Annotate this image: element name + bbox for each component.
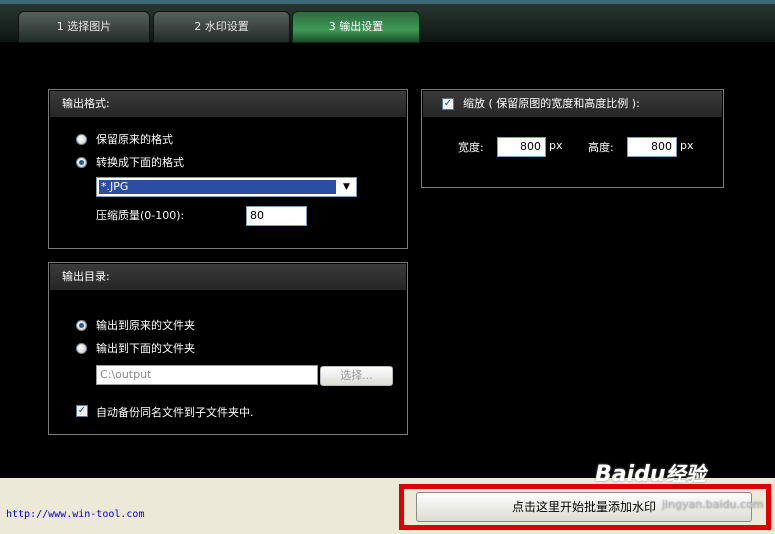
height-input[interactable]: 800 (627, 137, 677, 157)
watermark-logo-suffix: 经验 (665, 462, 706, 486)
backup-label: 自动备份同名文件到子文件夹中. (96, 406, 254, 419)
convert-format-radio[interactable] (76, 157, 87, 168)
chevron-down-icon[interactable]: ▼ (338, 179, 355, 195)
window-rim (0, 0, 775, 4)
scale-title: 缩放 ( 保留原图的宽度和高度比例 ): (423, 91, 722, 117)
watermark-logo: Baidu经验 (595, 458, 706, 487)
tab-output-settings[interactable]: 3 输出设置 (292, 11, 420, 43)
backup-checkbox[interactable]: ✓ (76, 405, 88, 417)
watermark-site: jingyan.baidu.com (662, 498, 764, 511)
keep-format-radio[interactable] (76, 134, 87, 145)
quality-label: 压缩质量(0-100): (96, 209, 185, 222)
tab-bar: 1 选择图片 2 水印设置 3 输出设置 (0, 0, 775, 43)
width-input[interactable]: 800 (497, 137, 546, 157)
format-select[interactable]: *.JPG ▼ (96, 177, 357, 197)
width-unit: px (549, 139, 563, 152)
width-label: 宽度: (458, 141, 484, 154)
quality-input[interactable]: 80 (246, 206, 307, 226)
height-unit: px (680, 139, 694, 152)
keep-format-label: 保留原来的格式 (96, 133, 173, 146)
convert-format-label: 转换成下面的格式 (96, 156, 184, 169)
watermark-logo-text: Baidu (595, 462, 666, 487)
custom-folder-label: 输出到下面的文件夹 (96, 342, 195, 355)
output-format-title: 输出格式: (50, 91, 406, 117)
custom-folder-radio[interactable] (76, 343, 87, 354)
tab-watermark-settings[interactable]: 2 水印设置 (153, 11, 290, 43)
original-folder-radio[interactable] (76, 320, 87, 331)
output-path-input[interactable]: C:\output (96, 365, 318, 385)
browse-button[interactable]: 选择... (320, 366, 393, 386)
format-select-value: *.JPG (99, 180, 336, 194)
output-dir-title: 输出目录: (50, 264, 406, 290)
tab-select-images[interactable]: 1 选择图片 (18, 11, 150, 43)
scale-checkbox[interactable]: ✓ (442, 98, 454, 110)
website-link[interactable]: http://www.win-tool.com (6, 509, 144, 520)
original-folder-label: 输出到原来的文件夹 (96, 319, 195, 332)
height-label: 高度: (588, 141, 614, 154)
